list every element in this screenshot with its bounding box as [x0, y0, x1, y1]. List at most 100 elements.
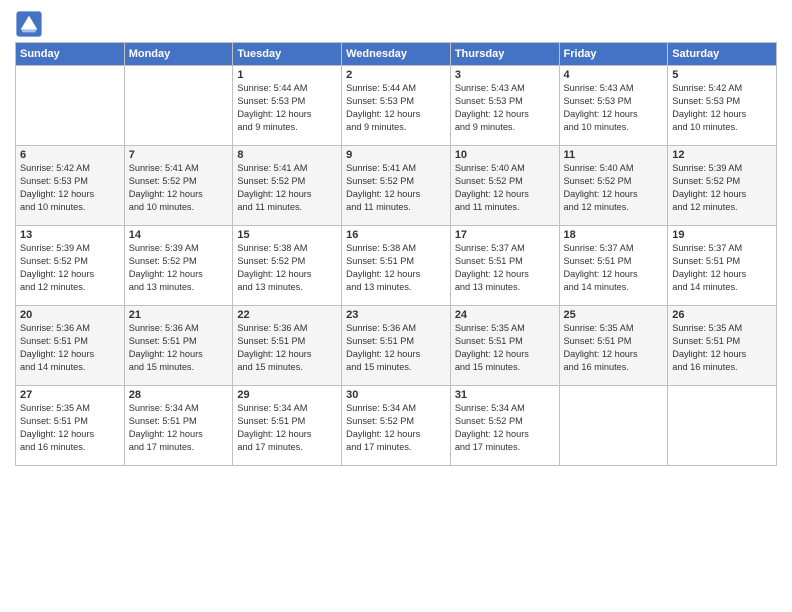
calendar-week-3: 13Sunrise: 5:39 AMSunset: 5:52 PMDayligh…: [16, 226, 777, 306]
day-number: 5: [672, 69, 772, 81]
day-info: Sunrise: 5:36 AMSunset: 5:51 PMDaylight:…: [129, 322, 229, 374]
day-number: 20: [20, 309, 120, 321]
calendar-cell: 2Sunrise: 5:44 AMSunset: 5:53 PMDaylight…: [342, 66, 451, 146]
calendar-cell: [559, 386, 668, 466]
calendar-cell: 17Sunrise: 5:37 AMSunset: 5:51 PMDayligh…: [450, 226, 559, 306]
day-number: 19: [672, 229, 772, 241]
day-info: Sunrise: 5:43 AMSunset: 5:53 PMDaylight:…: [564, 82, 664, 134]
day-info: Sunrise: 5:34 AMSunset: 5:51 PMDaylight:…: [129, 402, 229, 454]
day-number: 23: [346, 309, 446, 321]
calendar-week-1: 1Sunrise: 5:44 AMSunset: 5:53 PMDaylight…: [16, 66, 777, 146]
day-number: 30: [346, 389, 446, 401]
day-number: 17: [455, 229, 555, 241]
calendar-cell: [124, 66, 233, 146]
calendar-cell: 15Sunrise: 5:38 AMSunset: 5:52 PMDayligh…: [233, 226, 342, 306]
day-number: 9: [346, 149, 446, 161]
day-info: Sunrise: 5:34 AMSunset: 5:52 PMDaylight:…: [346, 402, 446, 454]
day-info: Sunrise: 5:43 AMSunset: 5:53 PMDaylight:…: [455, 82, 555, 134]
day-number: 15: [237, 229, 337, 241]
header-cell-thursday: Thursday: [450, 43, 559, 66]
day-number: 21: [129, 309, 229, 321]
calendar-cell: 8Sunrise: 5:41 AMSunset: 5:52 PMDaylight…: [233, 146, 342, 226]
day-number: 13: [20, 229, 120, 241]
header-cell-sunday: Sunday: [16, 43, 125, 66]
day-number: 4: [564, 69, 664, 81]
logo: [15, 10, 47, 38]
calendar-cell: 6Sunrise: 5:42 AMSunset: 5:53 PMDaylight…: [16, 146, 125, 226]
day-info: Sunrise: 5:38 AMSunset: 5:51 PMDaylight:…: [346, 242, 446, 294]
day-number: 10: [455, 149, 555, 161]
day-info: Sunrise: 5:35 AMSunset: 5:51 PMDaylight:…: [455, 322, 555, 374]
day-info: Sunrise: 5:35 AMSunset: 5:51 PMDaylight:…: [20, 402, 120, 454]
calendar-cell: 24Sunrise: 5:35 AMSunset: 5:51 PMDayligh…: [450, 306, 559, 386]
header-cell-tuesday: Tuesday: [233, 43, 342, 66]
day-number: 6: [20, 149, 120, 161]
day-number: 18: [564, 229, 664, 241]
header-cell-monday: Monday: [124, 43, 233, 66]
day-info: Sunrise: 5:34 AMSunset: 5:51 PMDaylight:…: [237, 402, 337, 454]
header-cell-saturday: Saturday: [668, 43, 777, 66]
calendar-cell: 29Sunrise: 5:34 AMSunset: 5:51 PMDayligh…: [233, 386, 342, 466]
calendar-cell: 31Sunrise: 5:34 AMSunset: 5:52 PMDayligh…: [450, 386, 559, 466]
day-info: Sunrise: 5:39 AMSunset: 5:52 PMDaylight:…: [20, 242, 120, 294]
calendar-cell: 22Sunrise: 5:36 AMSunset: 5:51 PMDayligh…: [233, 306, 342, 386]
day-number: 29: [237, 389, 337, 401]
day-info: Sunrise: 5:44 AMSunset: 5:53 PMDaylight:…: [237, 82, 337, 134]
calendar-week-4: 20Sunrise: 5:36 AMSunset: 5:51 PMDayligh…: [16, 306, 777, 386]
calendar-cell: 10Sunrise: 5:40 AMSunset: 5:52 PMDayligh…: [450, 146, 559, 226]
day-info: Sunrise: 5:40 AMSunset: 5:52 PMDaylight:…: [455, 162, 555, 214]
day-info: Sunrise: 5:42 AMSunset: 5:53 PMDaylight:…: [672, 82, 772, 134]
day-info: Sunrise: 5:35 AMSunset: 5:51 PMDaylight:…: [672, 322, 772, 374]
calendar-cell: 28Sunrise: 5:34 AMSunset: 5:51 PMDayligh…: [124, 386, 233, 466]
day-number: 3: [455, 69, 555, 81]
calendar-cell: 26Sunrise: 5:35 AMSunset: 5:51 PMDayligh…: [668, 306, 777, 386]
page-container: SundayMondayTuesdayWednesdayThursdayFrid…: [0, 0, 792, 471]
calendar-cell: 23Sunrise: 5:36 AMSunset: 5:51 PMDayligh…: [342, 306, 451, 386]
calendar-cell: 25Sunrise: 5:35 AMSunset: 5:51 PMDayligh…: [559, 306, 668, 386]
day-number: 25: [564, 309, 664, 321]
header-cell-wednesday: Wednesday: [342, 43, 451, 66]
day-number: 1: [237, 69, 337, 81]
calendar-cell: 19Sunrise: 5:37 AMSunset: 5:51 PMDayligh…: [668, 226, 777, 306]
day-info: Sunrise: 5:44 AMSunset: 5:53 PMDaylight:…: [346, 82, 446, 134]
day-info: Sunrise: 5:41 AMSunset: 5:52 PMDaylight:…: [129, 162, 229, 214]
calendar-table: SundayMondayTuesdayWednesdayThursdayFrid…: [15, 42, 777, 466]
calendar-cell: 30Sunrise: 5:34 AMSunset: 5:52 PMDayligh…: [342, 386, 451, 466]
day-number: 7: [129, 149, 229, 161]
day-info: Sunrise: 5:41 AMSunset: 5:52 PMDaylight:…: [237, 162, 337, 214]
day-info: Sunrise: 5:39 AMSunset: 5:52 PMDaylight:…: [672, 162, 772, 214]
day-info: Sunrise: 5:42 AMSunset: 5:53 PMDaylight:…: [20, 162, 120, 214]
day-number: 8: [237, 149, 337, 161]
day-info: Sunrise: 5:35 AMSunset: 5:51 PMDaylight:…: [564, 322, 664, 374]
day-number: 27: [20, 389, 120, 401]
header-cell-friday: Friday: [559, 43, 668, 66]
day-info: Sunrise: 5:40 AMSunset: 5:52 PMDaylight:…: [564, 162, 664, 214]
calendar-cell: 9Sunrise: 5:41 AMSunset: 5:52 PMDaylight…: [342, 146, 451, 226]
day-number: 11: [564, 149, 664, 161]
calendar-cell: 1Sunrise: 5:44 AMSunset: 5:53 PMDaylight…: [233, 66, 342, 146]
calendar-cell: 13Sunrise: 5:39 AMSunset: 5:52 PMDayligh…: [16, 226, 125, 306]
calendar-cell: 21Sunrise: 5:36 AMSunset: 5:51 PMDayligh…: [124, 306, 233, 386]
day-info: Sunrise: 5:37 AMSunset: 5:51 PMDaylight:…: [455, 242, 555, 294]
calendar-week-5: 27Sunrise: 5:35 AMSunset: 5:51 PMDayligh…: [16, 386, 777, 466]
header-row: SundayMondayTuesdayWednesdayThursdayFrid…: [16, 43, 777, 66]
calendar-cell: 11Sunrise: 5:40 AMSunset: 5:52 PMDayligh…: [559, 146, 668, 226]
calendar-cell: 16Sunrise: 5:38 AMSunset: 5:51 PMDayligh…: [342, 226, 451, 306]
day-info: Sunrise: 5:36 AMSunset: 5:51 PMDaylight:…: [346, 322, 446, 374]
day-info: Sunrise: 5:39 AMSunset: 5:52 PMDaylight:…: [129, 242, 229, 294]
day-info: Sunrise: 5:36 AMSunset: 5:51 PMDaylight:…: [20, 322, 120, 374]
day-number: 2: [346, 69, 446, 81]
calendar-cell: 14Sunrise: 5:39 AMSunset: 5:52 PMDayligh…: [124, 226, 233, 306]
calendar-cell: 7Sunrise: 5:41 AMSunset: 5:52 PMDaylight…: [124, 146, 233, 226]
day-info: Sunrise: 5:41 AMSunset: 5:52 PMDaylight:…: [346, 162, 446, 214]
calendar-cell: 18Sunrise: 5:37 AMSunset: 5:51 PMDayligh…: [559, 226, 668, 306]
day-info: Sunrise: 5:38 AMSunset: 5:52 PMDaylight:…: [237, 242, 337, 294]
calendar-cell: [668, 386, 777, 466]
logo-icon: [15, 10, 43, 38]
calendar-cell: 5Sunrise: 5:42 AMSunset: 5:53 PMDaylight…: [668, 66, 777, 146]
day-number: 22: [237, 309, 337, 321]
day-info: Sunrise: 5:36 AMSunset: 5:51 PMDaylight:…: [237, 322, 337, 374]
calendar-cell: 12Sunrise: 5:39 AMSunset: 5:52 PMDayligh…: [668, 146, 777, 226]
calendar-cell: 4Sunrise: 5:43 AMSunset: 5:53 PMDaylight…: [559, 66, 668, 146]
header: [15, 10, 777, 38]
